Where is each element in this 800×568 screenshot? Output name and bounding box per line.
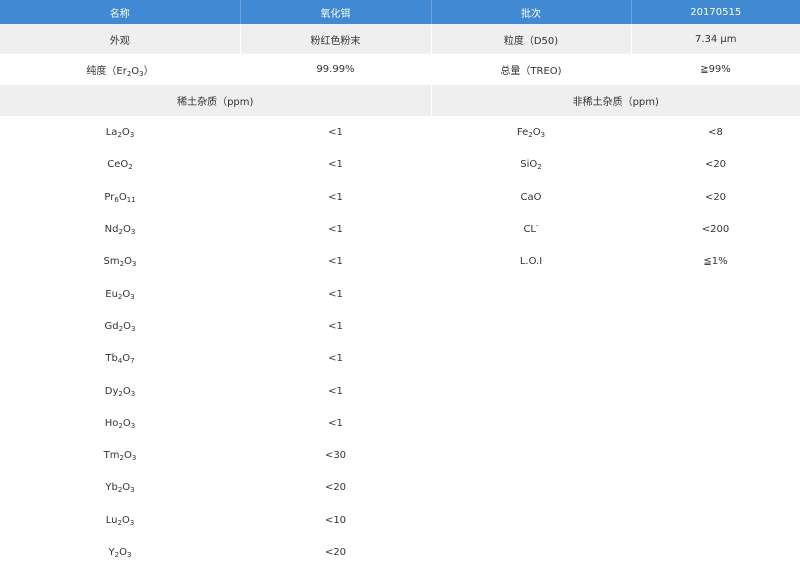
empty-cell: [631, 439, 800, 471]
empty-cell: [431, 471, 631, 504]
table-row: Yb2O3 <20: [0, 471, 800, 504]
table-row: Gd2O3 <1: [0, 310, 800, 342]
table-row: Pr6O11 <1 CaO <20: [0, 181, 800, 213]
summary-row: 纯度（Er2O3） 99.99% 总量（TREO) ≧99%: [0, 54, 800, 85]
treo-label: 总量（TREO): [500, 66, 562, 77]
header-row: 名称 氧化铒 批次 20170515: [0, 0, 800, 24]
non-rare-earth-formula: CL-: [523, 221, 539, 235]
rare-earth-formula: Dy2O3: [104, 385, 136, 398]
purity-value: 99.99%: [316, 64, 355, 75]
empty-cell: [631, 471, 800, 504]
rare-earth-formula: La2O3: [105, 126, 135, 139]
rare-earth-value: <1: [328, 353, 343, 364]
rare-earth-formula: Nd2O3: [104, 223, 136, 236]
empty-cell: [431, 278, 631, 310]
name-label: 名称: [0, 0, 240, 24]
rare-earth-value: <1: [328, 223, 343, 235]
table-row: Nd2O3 <1 CL- <200: [0, 213, 800, 245]
name-value: 氧化铒: [239, 0, 431, 24]
rare-earth-value: <20: [324, 482, 347, 493]
rare-earth-value: <1: [328, 288, 343, 300]
table-row: Lu2O3 <10: [0, 504, 800, 536]
non-rare-earth-formula: Fe2O3: [516, 126, 546, 139]
empty-cell: [631, 278, 800, 310]
empty-cell: [631, 504, 800, 536]
spec-table: 名称 氧化铒 批次 20170515 外观 粉红色粉末 粒度（D50) 7.34…: [0, 0, 800, 568]
rare-earth-value: <1: [328, 385, 343, 397]
rare-earth-value: <1: [328, 320, 343, 332]
empty-cell: [631, 375, 800, 407]
empty-cell: [431, 310, 631, 342]
non-rare-earth-value: <8: [708, 126, 723, 138]
section-header-row: 稀土杂质（ppm) 非稀土杂质（ppm): [0, 85, 800, 116]
summary-row: 外观 粉红色粉末 粒度（D50) 7.34 μm: [0, 24, 800, 54]
rare-earth-formula: Lu2O3: [105, 514, 135, 527]
non-rare-earth-formula: CaO: [520, 191, 542, 203]
non-rare-earth-section-title: 非稀土杂质（ppm): [430, 85, 800, 116]
rare-earth-formula: CeO2: [107, 159, 133, 171]
rare-earth-value: <20: [324, 546, 347, 558]
appearance-label: 外观: [0, 24, 240, 54]
rare-earth-value: <10: [324, 514, 347, 526]
empty-cell: [431, 536, 631, 568]
table-row: Y2O3 <20: [0, 536, 800, 568]
rare-earth-section-title: 稀土杂质（ppm): [0, 85, 431, 116]
rare-earth-value: <1: [328, 417, 343, 429]
table-row: Sm2O3 <1 L.O.I ≦1%: [0, 245, 800, 278]
treo-value: ≧99%: [700, 64, 731, 75]
empty-cell: [431, 342, 631, 375]
empty-cell: [631, 536, 800, 568]
table-row: Tb4O7 <1: [0, 342, 800, 375]
table-row: Dy2O3 <1: [0, 375, 800, 407]
rare-earth-formula: Ho2O3: [104, 417, 136, 430]
table-row: La2O3 <1 Fe2O3 <8: [0, 116, 800, 148]
rare-earth-value: <1: [328, 191, 343, 203]
rare-earth-formula: Sm2O3: [103, 256, 137, 268]
empty-cell: [631, 310, 800, 342]
table-row: CeO2 <1 SiO2 <20: [0, 148, 800, 181]
empty-cell: [431, 375, 631, 407]
rare-earth-value: <1: [328, 159, 343, 170]
batch-value: 20170515: [630, 0, 800, 24]
non-rare-earth-formula: SiO2: [520, 159, 542, 171]
non-rare-earth-value: <200: [701, 223, 730, 235]
non-rare-earth-formula: L.O.I: [519, 256, 543, 267]
non-rare-earth-value: <20: [704, 191, 727, 203]
rare-earth-value: <30: [324, 449, 347, 461]
rare-earth-formula: Y2O3: [108, 546, 132, 559]
rare-earth-formula: Eu2O3: [105, 288, 135, 301]
rare-earth-formula: Gd2O3: [104, 320, 136, 333]
empty-cell: [631, 342, 800, 375]
rare-earth-formula: Pr6O11: [104, 191, 136, 204]
non-rare-earth-value: <20: [704, 159, 727, 170]
rare-earth-formula: Tm2O3: [103, 449, 137, 462]
particle-size-value: 7.34 μm: [630, 24, 800, 54]
appearance-value: 粉红色粉末: [239, 24, 431, 54]
rare-earth-value: <1: [328, 126, 343, 138]
table-row: Tm2O3 <30: [0, 439, 800, 471]
table-row: Eu2O3 <1: [0, 278, 800, 310]
non-rare-earth-value: ≦1%: [703, 256, 728, 267]
particle-size-label: 粒度（D50): [430, 24, 631, 54]
empty-cell: [431, 504, 631, 536]
purity-label: 纯度（Er2O3）: [86, 66, 154, 78]
rare-earth-formula: Yb2O3: [105, 482, 135, 494]
empty-cell: [431, 439, 631, 471]
empty-cell: [431, 407, 631, 439]
empty-cell: [631, 407, 800, 439]
rare-earth-value: <1: [328, 256, 343, 267]
batch-label: 批次: [430, 0, 631, 24]
rare-earth-formula: Tb4O7: [105, 353, 135, 365]
table-row: Ho2O3 <1: [0, 407, 800, 439]
